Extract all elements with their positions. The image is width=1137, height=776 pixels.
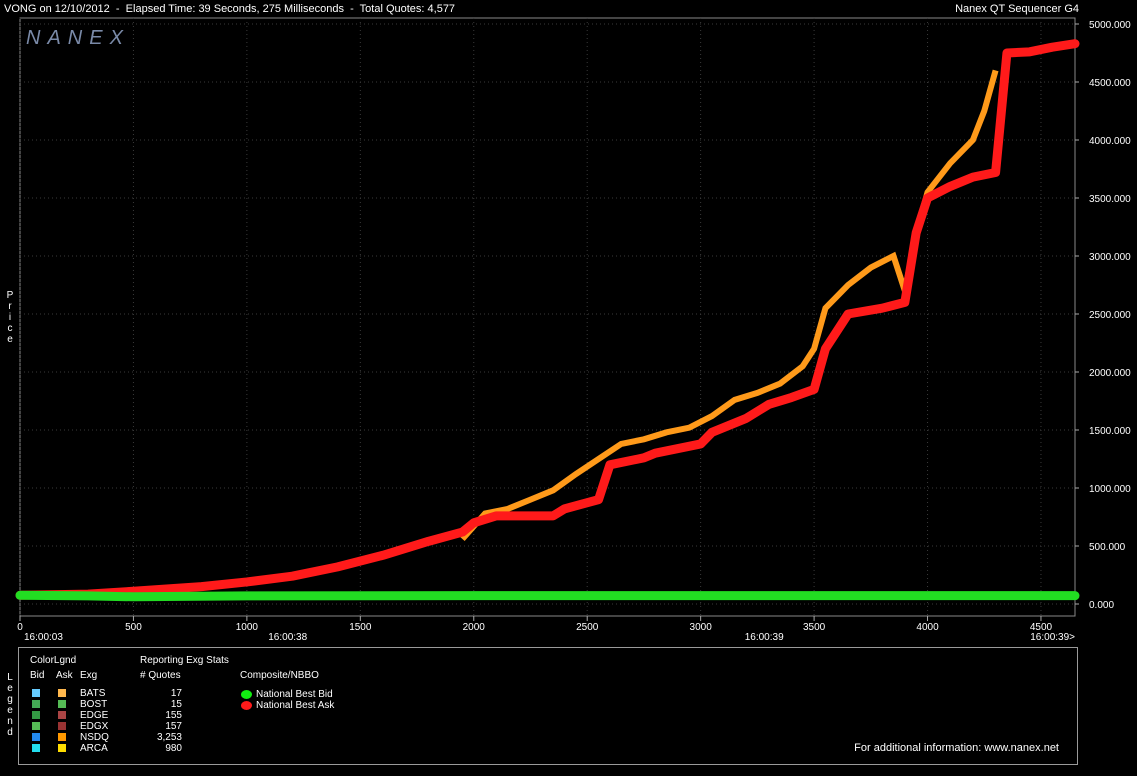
- time-label: 16:00:39>: [1030, 632, 1075, 643]
- x-tick-label: 1000: [236, 622, 259, 633]
- bid-swatch: [32, 711, 40, 719]
- exchange-name: EDGX: [80, 721, 109, 732]
- col-ask: Ask: [56, 670, 73, 681]
- exchange-name: NSDQ: [80, 732, 109, 743]
- y-ticks: 0.000 500.000 1000.000 1500.000 2000.000 2500…: [1075, 20, 1131, 611]
- x-tick-label: 1500: [349, 622, 372, 633]
- y-tick-label: 1500.000: [1089, 426, 1131, 437]
- y-tick-label: 2500.000: [1089, 310, 1131, 321]
- plot-frame: [19, 17, 1076, 617]
- ask-swatch: [58, 689, 66, 697]
- nbbo-dot: [241, 701, 252, 710]
- exchange-name: ARCA: [80, 743, 108, 754]
- y-tick-label: 1000.000: [1089, 484, 1131, 495]
- series-national-best-bid: [15, 590, 1080, 602]
- y-tick-label: 3000.000: [1089, 252, 1131, 263]
- x-tick-label: 0: [17, 622, 23, 633]
- nbbo-label: National Best Ask: [256, 700, 335, 711]
- nanex-watermark: NANEX: [26, 27, 130, 49]
- composite-title: Composite/NBBO: [240, 670, 319, 681]
- exchange-name: BOST: [80, 699, 108, 710]
- exchange-quote-count: 980: [165, 743, 182, 754]
- time-label: 16:00:38: [268, 632, 307, 643]
- exchange-name: BATS: [80, 688, 106, 699]
- exchange-quote-count: 3,253: [156, 732, 182, 743]
- bid-swatch: [32, 744, 40, 752]
- side-letter: L: [7, 672, 13, 683]
- side-letter: n: [7, 716, 13, 727]
- time-labels: 16:00:03 16:00:38 16:00:39 16:00:39>: [24, 632, 1075, 643]
- y-tick-label: 5000.000: [1089, 20, 1131, 31]
- legend-side-label: Legend: [4, 672, 16, 738]
- y-tick-label: 4000.000: [1089, 136, 1131, 147]
- y-tick-label: 3500.000: [1089, 194, 1131, 205]
- side-letter: e: [7, 683, 13, 694]
- col-bid: Bid: [30, 670, 45, 681]
- col-exg: Exg: [80, 670, 98, 681]
- side-letter: e: [7, 705, 13, 716]
- exchange-name: EDGE: [80, 710, 109, 721]
- bid-swatch: [32, 722, 40, 730]
- exchange-quote-count: 17: [170, 688, 182, 699]
- chart-area: NANEX 0.000 500.000 1000.000 1500.000 2000.0…: [15, 17, 1131, 643]
- stats-title: Reporting Exg Stats: [140, 655, 229, 666]
- stats-col: # Quotes: [140, 670, 181, 681]
- bid-swatch: [32, 733, 40, 741]
- x-tick-label: 3500: [803, 622, 826, 633]
- time-label: 16:00:03: [24, 632, 63, 643]
- nbbo-label: National Best Bid: [256, 689, 333, 700]
- x-tick-label: 2000: [463, 622, 486, 633]
- ask-swatch: [58, 744, 66, 752]
- x-tick-label: 2500: [576, 622, 599, 633]
- y-tick-label: 0.000: [1089, 600, 1114, 611]
- legend-panel: ColorLgnd Bid Ask Exg Reporting Exg Stat…: [18, 647, 1078, 765]
- bid-swatch: [32, 689, 40, 697]
- exchange-quote-count: 155: [165, 710, 182, 721]
- ask-swatch: [58, 722, 66, 730]
- ask-swatch: [58, 711, 66, 719]
- y-tick-label: 2000.000: [1089, 368, 1131, 379]
- x-tick-label: 500: [125, 622, 142, 633]
- exchange-quote-count: 15: [170, 699, 182, 710]
- side-letter: d: [7, 727, 13, 738]
- x-ticks: 0 500 1000 1500 2000 2500 3000 3500 4000 4500: [17, 616, 1053, 633]
- color-legend-title: ColorLgnd: [30, 655, 77, 666]
- footer-info: For additional information: www.nanex.ne…: [854, 742, 1059, 754]
- ask-swatch: [58, 733, 66, 741]
- side-letter: g: [7, 694, 13, 705]
- x-tick-label: 4000: [916, 622, 939, 633]
- y-tick-label: 4500.000: [1089, 78, 1131, 89]
- x-tick-label: 3000: [690, 622, 713, 633]
- nbbo-dot: [241, 690, 252, 699]
- bid-swatch: [32, 700, 40, 708]
- exchange-quote-count: 157: [165, 721, 182, 732]
- y-tick-label: 500.000: [1089, 542, 1126, 553]
- time-label: 16:00:39: [745, 632, 784, 643]
- ask-swatch: [58, 700, 66, 708]
